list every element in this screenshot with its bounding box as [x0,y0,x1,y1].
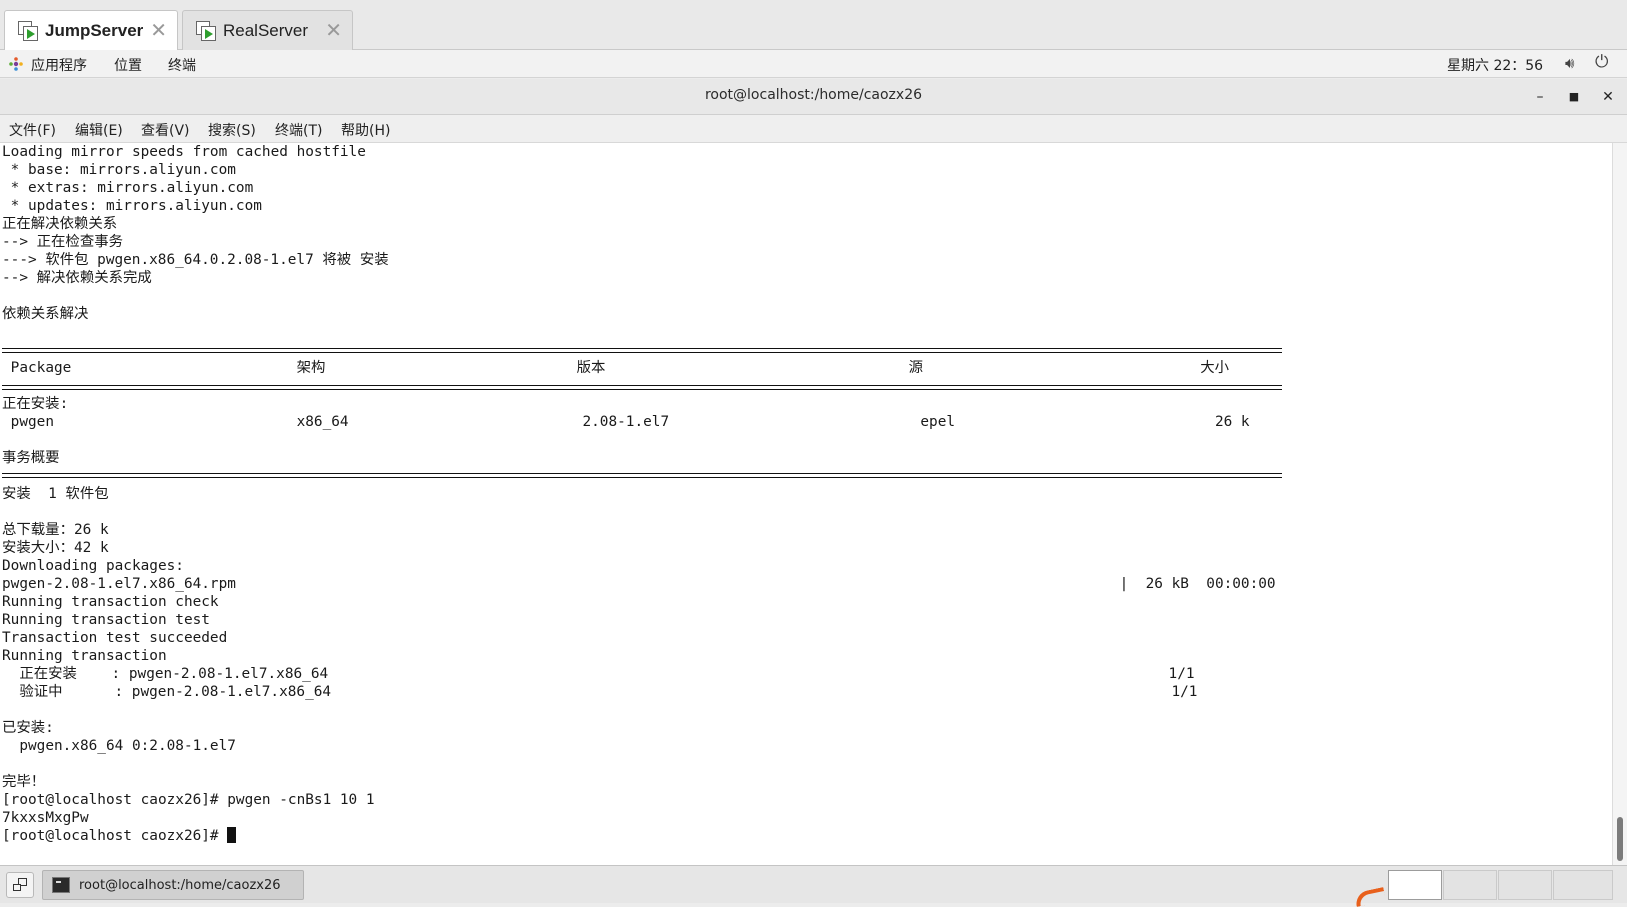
terminal-app-menu[interactable]: 终端 [168,55,196,75]
taskbar-window-label: root@localhost:/home/caozx26 [79,877,281,893]
terminal-line: * updates: mirrors.aliyun.com [10,198,262,214]
volume-icon[interactable]: 🔊︎ [1565,54,1574,72]
applications-menu[interactable]: 应用程序 [31,55,87,75]
terminal-line: Running transaction test [2,612,210,628]
close-window-button[interactable]: ✕ [1596,85,1620,109]
terminal-line: 安装大小：42 k [2,540,109,556]
scrollbar-thumb[interactable] [1617,817,1623,861]
terminal-text: Loading mirror speeds from cached hostfi… [2,143,1276,845]
close-icon[interactable]: ✕ [150,20,167,40]
taskbar-window-terminal[interactable]: root@localhost:/home/caozx26 [42,870,304,900]
remote-session-tab-bar: JumpServer ✕ RealServer ✕ [0,0,1627,51]
terminal-line: pwgen x86_64 2.08-1.el7 epel 26 k [10,414,1250,430]
terminal-menubar: 文件(F) 编辑(E) 查看(V) 搜索(S) 终端(T) 帮助(H) [0,115,1627,143]
terminal-line: 安装 1 软件包 [2,486,109,502]
workspace-2[interactable] [1443,870,1497,900]
terminal-line: 正在安装: [2,396,69,412]
terminal-line: 正在安装 : pwgen-2.08-1.el7.x86_64 1/1 [19,666,1195,682]
terminal-scrollbar[interactable] [1612,143,1627,865]
tab-jumpserver[interactable]: JumpServer ✕ [4,10,178,51]
close-icon[interactable]: ✕ [325,20,342,40]
terminal-line: Transaction test succeeded [2,630,228,646]
remote-desktop-icon [17,20,39,42]
workspace-3[interactable] [1498,870,1552,900]
terminal-line: [root@localhost caozx26]# pwgen -cnBs1 1… [2,792,375,808]
terminal-line: 完毕！ [2,774,46,790]
terminal-line: --> 解决依赖关系完成 [2,270,152,286]
terminal-lines: Loading mirror speeds from cached hostfi… [2,144,1276,826]
show-desktop-button[interactable] [6,872,34,898]
places-menu[interactable]: 位置 [114,55,142,75]
menu-help[interactable]: 帮助(H) [341,120,390,140]
menu-file[interactable]: 文件(F) [9,120,56,140]
terminal-line: 正在解决依赖关系 [2,216,118,232]
tab-realserver[interactable]: RealServer ✕ [182,10,353,50]
menu-edit[interactable]: 编辑(E) [75,120,123,140]
terminal-line: 总下载量：26 k [2,522,109,538]
workspace-4[interactable] [1553,870,1613,900]
window-title: root@localhost:/home/caozx26 [704,87,923,103]
terminal-line: * extras: mirrors.aliyun.com [10,180,254,196]
menu-search[interactable]: 搜索(S) [208,120,256,140]
terminal-line: Loading mirror speeds from cached hostfi… [2,144,366,160]
top-panel: 应用程序 位置 终端 星期六 22：56 🔊︎ ⏻ [0,50,1627,78]
workspace-1[interactable] [1388,870,1442,900]
terminal-line: pwgen-2.08-1.el7.x86_64.rpm | 26 kB 00:0… [2,576,1276,592]
terminal-output[interactable]: Loading mirror speeds from cached hostfi… [0,143,1612,865]
terminal-line: 已安装: [2,720,54,736]
power-icon[interactable]: ⏻ [1595,52,1608,72]
terminal-line: * base: mirrors.aliyun.com [10,162,236,178]
remote-desktop-icon [195,20,217,42]
terminal-line: Running transaction check [2,594,219,610]
terminal-line: 验证中 : pwgen-2.08-1.el7.x86_64 1/1 [19,684,1198,700]
terminal-line: 事务概要 [2,450,60,466]
terminal-icon [52,877,70,893]
applications-icon [9,57,23,71]
text-cursor [227,827,237,843]
clock[interactable]: 星期六 22：56 [1447,55,1543,75]
terminal-line: 7kxxsMxgPw [2,810,89,826]
terminal-line: Package 架构 版本 源 大小 [10,360,1230,376]
terminal-line: 依赖关系解决 [2,306,89,322]
terminal-line: ---> 软件包 pwgen.x86_64.0.2.08-1.el7 将被 安装 [2,252,389,268]
window-titlebar[interactable]: root@localhost:/home/caozx26 – ■ ✕ [0,79,1627,115]
terminal-line: Running transaction [2,648,167,664]
tab-label: JumpServer [45,21,144,40]
maximize-button[interactable]: ■ [1562,85,1586,109]
shell-prompt: [root@localhost caozx26]# [2,828,228,844]
terminal-line: --> 正在检查事务 [2,234,123,250]
terminal-line: Downloading packages: [2,558,184,574]
menu-terminal[interactable]: 终端(T) [275,120,322,140]
minimize-button[interactable]: – [1528,85,1552,109]
terminal-line: pwgen.x86_64 0:2.08-1.el7 [19,738,236,754]
tab-label: RealServer [223,20,309,40]
menu-view[interactable]: 查看(V) [141,120,190,140]
